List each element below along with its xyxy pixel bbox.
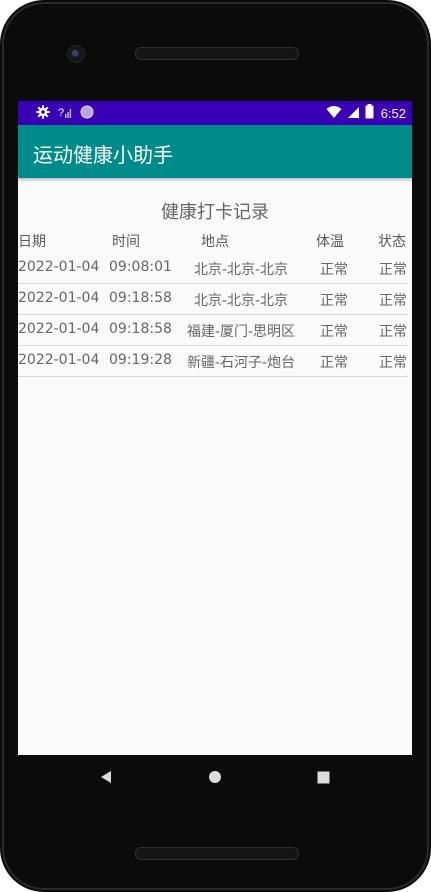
- column-header-temperature: 体温: [316, 234, 344, 250]
- app-bar: 运动健康小助手: [18, 125, 412, 178]
- gear-icon: [36, 104, 50, 123]
- app-title: 运动健康小助手: [33, 143, 173, 167]
- row-temperature: 正常: [320, 324, 348, 340]
- circle-icon: [80, 104, 94, 123]
- row-location: 福建-厦门-思明区: [186, 324, 296, 340]
- home-circle-icon[interactable]: [205, 767, 225, 787]
- row-date: 2022-01-04: [18, 259, 100, 275]
- column-header-status: 状态: [378, 234, 406, 250]
- row-status: 正常: [379, 324, 407, 340]
- row-time: 09:18:58: [109, 321, 172, 337]
- row-time: 09:08:01: [109, 259, 172, 275]
- device-screen: ? 6:52 运动健康小助手 健康打卡记录 日期 时间 地点 体温 状态 202…: [18, 101, 412, 755]
- row-temperature: 正常: [320, 262, 348, 278]
- row-date: 2022-01-04: [18, 321, 100, 337]
- row-status: 正常: [379, 293, 407, 309]
- row-status: 正常: [379, 355, 407, 371]
- row-temperature: 正常: [320, 293, 348, 309]
- row-time: 09:18:58: [109, 290, 172, 306]
- table-row[interactable]: 2022-01-04 09:18:58 北京-北京-北京 正常 正常: [18, 283, 408, 315]
- table-header: 日期 时间 地点 体温 状态: [18, 229, 412, 251]
- front-camera: [67, 45, 85, 63]
- column-header-time: 时间: [112, 234, 140, 250]
- table-row[interactable]: 2022-01-04 09:18:58 福建-厦门-思明区 正常 正常: [18, 314, 408, 346]
- no-sim-signal-icon: ?: [58, 104, 72, 123]
- row-status: 正常: [379, 262, 407, 278]
- status-bar: ? 6:52: [18, 101, 412, 125]
- phone-frame: ? 6:52 运动健康小助手 健康打卡记录 日期 时间 地点 体温 状态 202…: [0, 0, 431, 892]
- status-bar-left: ?: [36, 104, 94, 123]
- row-time: 09:19:28: [109, 352, 172, 368]
- recents-square-icon[interactable]: [313, 767, 333, 787]
- cell-signal-icon: [347, 104, 360, 123]
- bottom-speaker-grille: [135, 847, 299, 860]
- wifi-icon: [326, 104, 342, 123]
- table-row[interactable]: 2022-01-04 09:08:01 北京-北京-北京 正常 正常: [18, 252, 408, 284]
- row-date: 2022-01-04: [18, 290, 100, 306]
- status-time: 6:52: [380, 105, 406, 121]
- row-date: 2022-01-04: [18, 352, 100, 368]
- row-location: 北京-北京-北京: [193, 293, 289, 309]
- column-header-date: 日期: [18, 234, 46, 250]
- navigation-bar: [0, 755, 431, 800]
- svg-text:?: ?: [58, 107, 64, 119]
- battery-icon: [365, 103, 374, 123]
- row-location: 北京-北京-北京: [193, 262, 289, 278]
- row-temperature: 正常: [320, 355, 348, 371]
- top-speaker-grille: [135, 47, 299, 60]
- page-title: 健康打卡记录: [161, 202, 269, 223]
- table-row[interactable]: 2022-01-04 09:19:28 新疆-石河子-炮台 正常 正常: [18, 345, 408, 377]
- status-bar-right: 6:52: [326, 103, 406, 123]
- back-triangle-icon[interactable]: [96, 767, 116, 787]
- column-header-location: 地点: [201, 234, 229, 250]
- row-location: 新疆-石河子-炮台: [186, 355, 296, 371]
